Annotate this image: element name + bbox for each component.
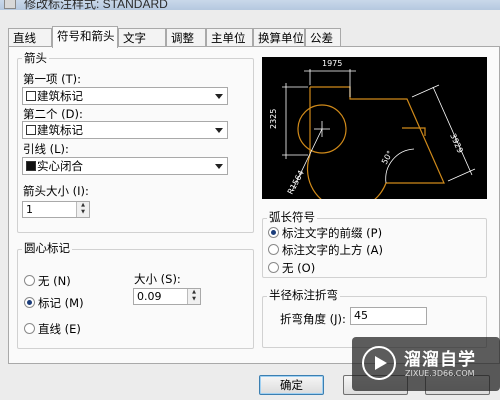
- jog-angle-input[interactable]: 45: [350, 307, 427, 325]
- architectural-tick-icon: [26, 91, 36, 101]
- tab-symbols-arrows[interactable]: 符号和箭头: [52, 26, 118, 48]
- arc-symbol-group-label: 弧长符号: [267, 209, 317, 225]
- arrow-size-label: 箭头大小 (I):: [23, 184, 89, 198]
- center-mark-size-spinner[interactable]: 0.09 ▲ ▼: [133, 288, 201, 305]
- arc-above-radio[interactable]: 标注文字的上方 (A): [268, 242, 383, 258]
- dim-left-text: 2325: [269, 109, 278, 129]
- watermark-overlay: 溜溜自学 ZIXUE.3D66.COM: [352, 337, 500, 391]
- second-arrow-select[interactable]: 建筑标记: [22, 121, 228, 139]
- watermark-main-text: 溜溜自学: [404, 350, 476, 370]
- leader-value: 实心闭合: [37, 159, 83, 173]
- arc-above-label: 标注文字的上方 (A): [282, 243, 383, 257]
- dim-top-text: 1975: [322, 59, 342, 68]
- jog-angle-label: 折弯角度 (J):: [280, 312, 346, 326]
- arrow-size-value: 1: [26, 203, 33, 216]
- radio-dot: [24, 323, 35, 334]
- tab-text[interactable]: 文字: [118, 28, 166, 47]
- preview-drawing: 1975 2325 3929 50° R1564: [269, 59, 476, 211]
- leader-select[interactable]: 实心闭合: [22, 157, 228, 175]
- dim-radius-text: R1564: [286, 169, 306, 196]
- tab-primary-units[interactable]: 主单位: [206, 28, 253, 47]
- arrow-size-spinner[interactable]: 1 ▲ ▼: [22, 201, 90, 218]
- second-arrow-label: 第二个 (D):: [23, 107, 83, 121]
- center-mark-none-radio[interactable]: 无 (N): [24, 273, 71, 289]
- radio-dot: [24, 275, 35, 286]
- center-mark-line-label: 直线 (E): [38, 322, 81, 336]
- arrowheads-group-label: 箭头: [22, 50, 49, 66]
- watermark-sub-text: ZIXUE.3D66.COM: [405, 369, 475, 378]
- title-bar[interactable]: 修改标注样式: STANDARD: [0, 0, 500, 10]
- architectural-tick-icon: [26, 125, 36, 135]
- center-mark-size-label: 大小 (S):: [134, 272, 181, 286]
- spin-down-icon[interactable]: ▼: [188, 296, 200, 303]
- ok-button[interactable]: 确定: [259, 375, 324, 395]
- center-mark-mark-label: 标记 (M): [38, 296, 84, 310]
- dim-right-text: 3929: [448, 132, 465, 154]
- spinner-buttons[interactable]: ▲ ▼: [187, 289, 200, 304]
- app-icon: [4, 0, 16, 9]
- chevron-down-icon: [215, 94, 223, 99]
- arc-prefix-radio[interactable]: 标注文字的前缀 (P): [268, 225, 382, 241]
- preview-shape: [297, 86, 445, 211]
- center-mark-size-value: 0.09: [137, 290, 162, 303]
- radio-dot: [24, 297, 35, 308]
- center-mark-none-label: 无 (N): [38, 274, 71, 288]
- tab-lines[interactable]: 直线: [8, 28, 52, 47]
- first-arrow-value: 建筑标记: [37, 89, 83, 103]
- radio-dot: [268, 262, 279, 273]
- radius-jog-group-label: 半径标注折弯: [267, 287, 340, 303]
- center-mark-line-radio[interactable]: 直线 (E): [24, 321, 81, 337]
- spin-up-icon[interactable]: ▲: [188, 289, 200, 296]
- spinner-buttons[interactable]: ▲ ▼: [76, 202, 89, 217]
- tab-tolerances[interactable]: 公差: [305, 28, 341, 47]
- radio-dot: [268, 227, 279, 238]
- chevron-down-icon: [215, 128, 223, 133]
- dim-angle-text: 50°: [380, 149, 395, 166]
- chevron-down-icon: [215, 164, 223, 169]
- arc-none-label: 无 (O): [282, 261, 316, 275]
- dimension-style-dialog: 修改标注样式: STANDARD 直线 符号和箭头 文字 调整 主单位 换算单位…: [0, 0, 500, 400]
- first-arrow-select[interactable]: 建筑标记: [22, 87, 228, 105]
- second-arrow-value: 建筑标记: [37, 123, 83, 137]
- leader-label: 引线 (L):: [23, 142, 69, 156]
- spin-down-icon[interactable]: ▼: [77, 209, 89, 216]
- tab-strip: 直线 符号和箭头 文字 调整 主单位 换算单位 公差: [8, 26, 500, 48]
- tab-fit[interactable]: 调整: [166, 28, 206, 47]
- arc-none-radio[interactable]: 无 (O): [268, 260, 315, 276]
- window-title: 修改标注样式: STANDARD: [24, 0, 168, 10]
- arc-prefix-label: 标注文字的前缀 (P): [282, 226, 383, 240]
- center-marks-group-label: 圆心标记: [22, 240, 72, 256]
- first-arrow-label: 第一项 (T):: [23, 72, 82, 86]
- closed-filled-arrow-icon: [26, 161, 36, 171]
- tab-alternate-units[interactable]: 换算单位: [253, 28, 305, 47]
- radio-dot: [268, 244, 279, 255]
- play-logo-icon: [362, 346, 396, 380]
- center-mark-mark-radio[interactable]: 标记 (M): [24, 295, 84, 311]
- preview-pane: 1975 2325 3929 50° R1564: [262, 57, 487, 211]
- spin-up-icon[interactable]: ▲: [77, 202, 89, 209]
